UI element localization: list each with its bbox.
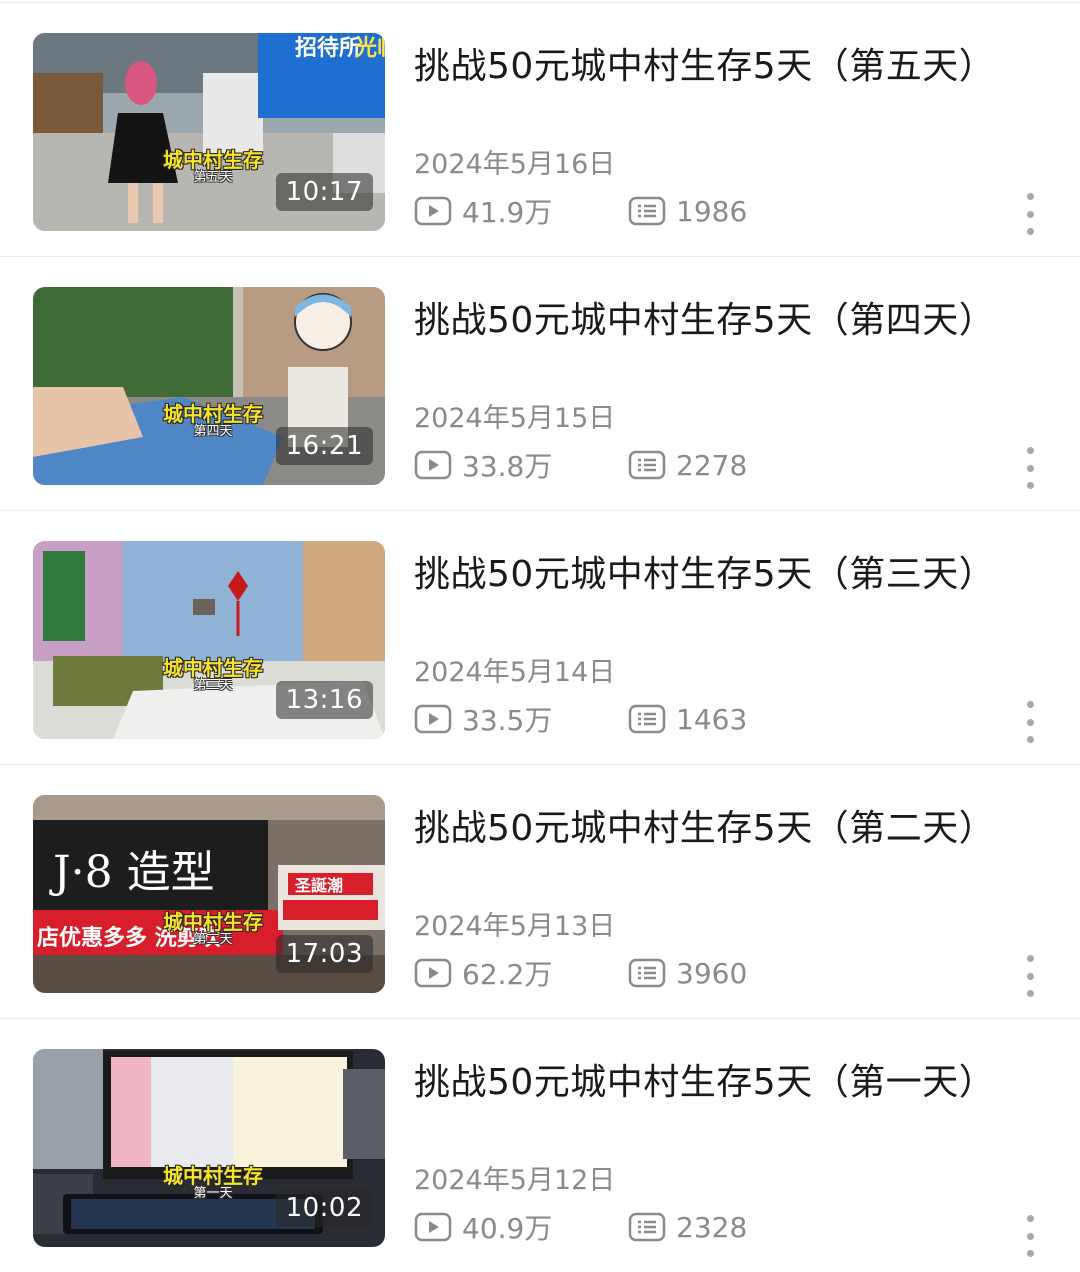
overlay-day: 第四天 [193,424,233,439]
view-count-value: 41.9万 [462,196,553,229]
danmaku-count-value: 1463 [676,702,748,736]
more-vertical-icon[interactable] [1016,193,1044,235]
danmaku-count-value: 3960 [676,956,748,990]
video-title[interactable]: 挑战50元城中村生存5天（第一天） [414,1053,995,1105]
danmaku-icon [628,704,666,734]
upload-date: 2024年5月15日 [414,403,616,434]
danmaku-count: 1463 [628,701,747,737]
video-item[interactable]: 城中村生存 第三天 13:16 挑战50元城中村生存5天（第三天） 2024年5… [0,510,1080,764]
video-item[interactable]: 城中村生存 第四天 16:21 挑战50元城中村生存5天（第四天） 2024年5… [0,256,1080,510]
video-thumbnail[interactable]: 城中村生存 第四天 16:21 [33,287,385,485]
video-title[interactable]: 挑战50元城中村生存5天（第四天） [414,291,995,343]
upload-date: 2024年5月14日 [414,657,616,688]
duration-badge: 13:16 [275,681,373,719]
overlay-day: 第二天 [193,932,233,947]
danmaku-count: 3960 [628,955,747,991]
video-list: 招待所 光临 城中村生存 第五天 10:17 挑战50元城中村生存5天（第五天）… [0,0,1080,1257]
view-count: 62.2万 [414,955,552,991]
view-count: 33.5万 [414,701,552,737]
video-item[interactable]: 招待所 光临 城中村生存 第五天 10:17 挑战50元城中村生存5天（第五天）… [0,2,1080,256]
thumbnail-overlay-caption: 城中村生存 第三天 [153,657,273,693]
shop-sign-text-2: 光临 [354,35,385,61]
shop-sign-brand: J·8 造型 [49,847,215,898]
overlay-title: 城中村生存 [163,910,263,934]
video-title[interactable]: 挑战50元城中村生存5天（第三天） [414,545,995,597]
duration-badge: 10:02 [275,1189,373,1227]
danmaku-count: 2278 [628,447,747,483]
upload-date: 2024年5月12日 [414,1165,616,1196]
overlay-title: 城中村生存 [163,1164,263,1188]
overlay-day: 第五天 [193,170,233,185]
overlay-title: 城中村生存 [163,656,263,680]
overlay-day: 第一天 [193,1186,233,1201]
danmaku-icon [628,1212,666,1242]
shop-sign-text: 招待所 [295,35,361,61]
view-count: 41.9万 [414,193,552,229]
duration-badge: 16:21 [275,427,373,465]
danmaku-icon [628,958,666,988]
video-item[interactable]: J·8 造型 店优惠多多 洗剪吹 圣誕潮 城中村生存 第二天 17:03 挑战5… [0,764,1080,1018]
view-count-value: 40.9万 [462,1212,553,1245]
video-item[interactable]: 城中村生存 第一天 10:02 挑战50元城中村生存5天（第一天） 2024年5… [0,1018,1080,1272]
thumbnail-overlay-caption: 城中村生存 第五天 [153,149,273,185]
video-thumbnail[interactable]: J·8 造型 店优惠多多 洗剪吹 圣誕潮 城中村生存 第二天 17:03 [33,795,385,993]
more-vertical-icon[interactable] [1016,701,1044,743]
shop-side-sign: 圣誕潮 [294,876,343,895]
danmaku-count-value: 2328 [676,1210,748,1244]
video-title[interactable]: 挑战50元城中村生存5天（第二天） [414,799,995,851]
overlay-title: 城中村生存 [163,148,263,172]
danmaku-count-value: 1986 [676,194,748,228]
video-thumbnail[interactable]: 城中村生存 第一天 10:02 [33,1049,385,1247]
play-icon [414,450,452,480]
view-count-value: 62.2万 [462,958,553,991]
danmaku-icon [628,450,666,480]
overlay-day: 第三天 [193,678,233,693]
play-icon [414,1212,452,1242]
upload-date: 2024年5月13日 [414,911,616,942]
view-count-value: 33.5万 [462,704,553,737]
view-count-value: 33.8万 [462,450,553,483]
more-vertical-icon[interactable] [1016,1215,1044,1257]
video-thumbnail[interactable]: 城中村生存 第三天 13:16 [33,541,385,739]
more-vertical-icon[interactable] [1016,447,1044,489]
more-vertical-icon[interactable] [1016,955,1044,997]
danmaku-count: 1986 [628,193,747,229]
view-count: 33.8万 [414,447,552,483]
play-icon [414,958,452,988]
play-icon [414,196,452,226]
danmaku-icon [628,196,666,226]
play-icon [414,704,452,734]
danmaku-count: 2328 [628,1209,747,1245]
overlay-title: 城中村生存 [163,402,263,426]
thumbnail-overlay-caption: 城中村生存 第二天 [153,911,273,947]
video-thumbnail[interactable]: 招待所 光临 城中村生存 第五天 10:17 [33,33,385,231]
upload-date: 2024年5月16日 [414,149,616,180]
view-count: 40.9万 [414,1209,552,1245]
thumbnail-overlay-caption: 城中村生存 第一天 [153,1165,273,1201]
danmaku-count-value: 2278 [676,448,748,482]
video-title[interactable]: 挑战50元城中村生存5天（第五天） [414,37,995,89]
duration-badge: 17:03 [275,935,373,973]
duration-badge: 10:17 [275,173,373,211]
thumbnail-overlay-caption: 城中村生存 第四天 [153,403,273,439]
